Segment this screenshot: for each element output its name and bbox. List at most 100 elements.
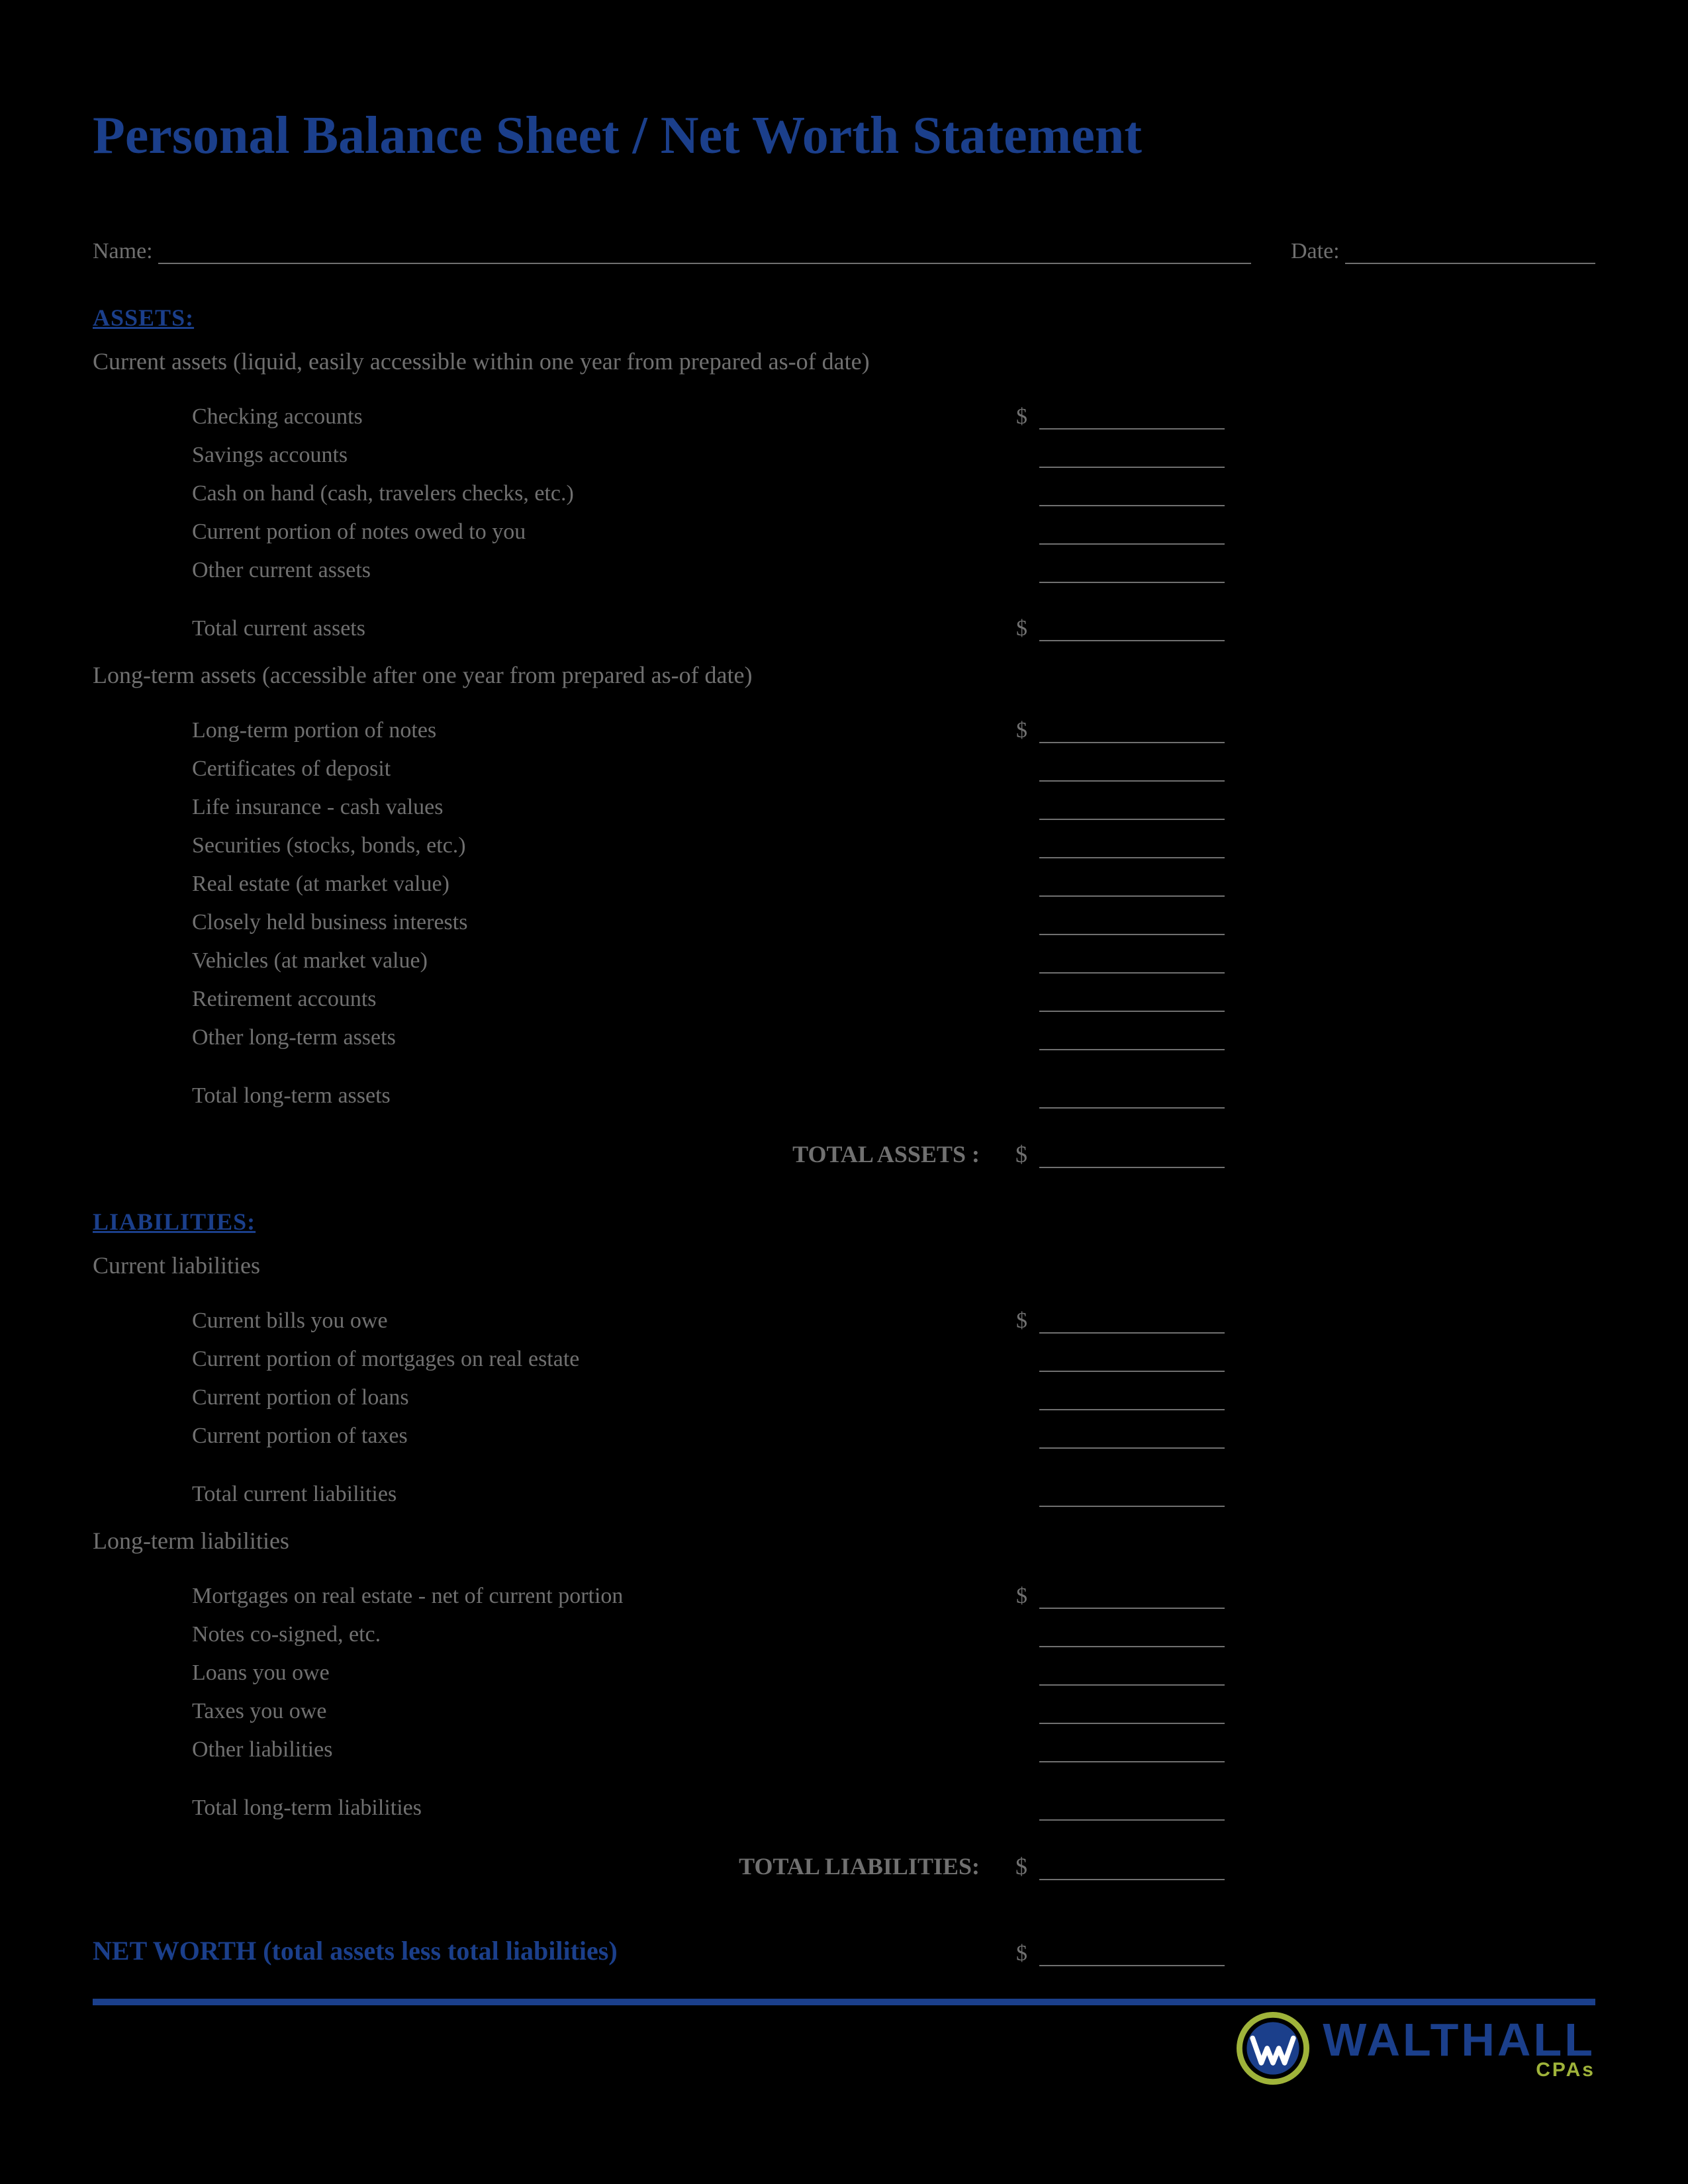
subtotal-label: Total long-term liabilities bbox=[93, 1796, 1006, 1821]
line-item: Other liabilities bbox=[93, 1724, 1595, 1762]
value-input-line[interactable] bbox=[1039, 1740, 1225, 1762]
line-item-label: Checking accounts bbox=[93, 404, 1006, 430]
total-liabilities-row: TOTAL LIABILITIES: $ bbox=[93, 1841, 1595, 1880]
line-item: Securities (stocks, bonds, etc.) bbox=[93, 820, 1595, 858]
dollar-sign: $ bbox=[1006, 1852, 1039, 1880]
line-item-label: Loans you owe bbox=[93, 1661, 1006, 1686]
subtotal-value-line[interactable] bbox=[1039, 1086, 1225, 1109]
brand-text: WALTHALL CPAs bbox=[1323, 2017, 1595, 2080]
line-item: Other current assets bbox=[93, 545, 1595, 583]
subtotal-label: Total long-term assets bbox=[93, 1083, 1006, 1109]
value-input-line[interactable] bbox=[1039, 951, 1225, 974]
line-item: Current portion of loans bbox=[93, 1372, 1595, 1410]
longterm-liabilities-rows: Mortgages on real estate - net of curren… bbox=[93, 1570, 1595, 1821]
spacer bbox=[93, 1050, 1595, 1070]
dollar-sign: $ bbox=[1006, 1584, 1039, 1609]
line-item-label: Other long-term assets bbox=[93, 1025, 1006, 1050]
line-item-label: Long-term portion of notes bbox=[93, 718, 1006, 743]
line-item-label: Other current assets bbox=[93, 558, 1006, 583]
brand-logo-icon bbox=[1237, 2012, 1309, 2085]
line-item-label: Securities (stocks, bonds, etc.) bbox=[93, 833, 1006, 858]
subtotal-row: Total current liabilities bbox=[93, 1469, 1595, 1507]
line-item-label: Current portion of mortgages on real est… bbox=[93, 1347, 1006, 1372]
page: Personal Balance Sheet / Net Worth State… bbox=[0, 0, 1688, 2184]
line-item-label: Current portion of taxes bbox=[93, 1424, 1006, 1449]
brand-name: WALTHALL bbox=[1323, 2017, 1595, 2063]
line-item-label: Cash on hand (cash, travelers checks, et… bbox=[93, 481, 1006, 506]
total-assets-value-line[interactable] bbox=[1039, 1146, 1225, 1168]
page-title: Personal Balance Sheet / Net Worth State… bbox=[93, 106, 1595, 166]
brand-sub: CPAs bbox=[1536, 2060, 1595, 2080]
line-item-label: Savings accounts bbox=[93, 443, 1006, 468]
value-input-line[interactable] bbox=[1039, 1702, 1225, 1724]
dollar-sign: $ bbox=[1006, 1140, 1039, 1168]
subtotal-value-line[interactable] bbox=[1039, 1798, 1225, 1821]
date-field: Date: bbox=[1291, 239, 1595, 264]
value-input-line[interactable] bbox=[1039, 1625, 1225, 1647]
line-item-label: Current portion of notes owed to you bbox=[93, 520, 1006, 545]
value-input-line[interactable] bbox=[1039, 797, 1225, 820]
line-item-label: Other liabilities bbox=[93, 1737, 1006, 1762]
line-item-label: Mortgages on real estate - net of curren… bbox=[93, 1584, 1006, 1609]
line-item: Savings accounts bbox=[93, 430, 1595, 468]
subtotal-row: Total long-term liabilities bbox=[93, 1782, 1595, 1821]
value-input-line[interactable] bbox=[1039, 1663, 1225, 1686]
subtotal-value-line[interactable] bbox=[1039, 1484, 1225, 1507]
net-worth-value-line[interactable] bbox=[1039, 1944, 1225, 1966]
value-input-line[interactable] bbox=[1039, 874, 1225, 897]
value-input-line[interactable] bbox=[1039, 1311, 1225, 1334]
value-input-line[interactable] bbox=[1039, 989, 1225, 1012]
line-item: Vehicles (at market value) bbox=[93, 935, 1595, 974]
line-item-label: Current bills you owe bbox=[93, 1308, 1006, 1334]
dollar-sign: $ bbox=[1006, 1941, 1039, 1966]
line-item: Mortgages on real estate - net of curren… bbox=[93, 1570, 1595, 1609]
spacer bbox=[93, 1449, 1595, 1469]
value-input-line[interactable] bbox=[1039, 561, 1225, 583]
total-assets-row: TOTAL ASSETS : $ bbox=[93, 1128, 1595, 1168]
value-input-line[interactable] bbox=[1039, 484, 1225, 506]
subtotal-row: Total long-term assets bbox=[93, 1070, 1595, 1109]
net-worth-row: NET WORTH (total assets less total liabi… bbox=[93, 1927, 1595, 1966]
name-input-line[interactable] bbox=[158, 240, 1251, 264]
liabilities-heading: LIABILITIES: bbox=[93, 1208, 1595, 1236]
value-input-line[interactable] bbox=[1039, 759, 1225, 782]
value-input-line[interactable] bbox=[1039, 836, 1225, 858]
value-input-line[interactable] bbox=[1039, 407, 1225, 430]
footer-rule bbox=[93, 1999, 1595, 2005]
value-input-line[interactable] bbox=[1039, 522, 1225, 545]
current-liabilities-rows: Current bills you owe$Current portion of… bbox=[93, 1295, 1595, 1507]
value-input-line[interactable] bbox=[1039, 913, 1225, 935]
total-liabilities-value-line[interactable] bbox=[1039, 1858, 1225, 1880]
spacer bbox=[93, 1762, 1595, 1782]
line-item-label: Taxes you owe bbox=[93, 1699, 1006, 1724]
longterm-assets-heading: Long-term assets (accessible after one y… bbox=[93, 661, 1595, 689]
value-input-line[interactable] bbox=[1039, 445, 1225, 468]
value-input-line[interactable] bbox=[1039, 1028, 1225, 1050]
header-row: Name: Date: bbox=[93, 239, 1595, 264]
value-input-line[interactable] bbox=[1039, 1586, 1225, 1609]
line-item: Checking accounts$ bbox=[93, 391, 1595, 430]
date-input-line[interactable] bbox=[1345, 240, 1595, 264]
line-item: Closely held business interests bbox=[93, 897, 1595, 935]
footer: WALTHALL CPAs bbox=[93, 1999, 1595, 2085]
assets-heading: ASSETS: bbox=[93, 304, 1595, 332]
line-item-label: Notes co-signed, etc. bbox=[93, 1622, 1006, 1647]
subtotal-row: Total current assets$ bbox=[93, 603, 1595, 641]
total-liabilities-label: TOTAL LIABILITIES: bbox=[93, 1852, 1006, 1880]
subtotal-value-line[interactable] bbox=[1039, 619, 1225, 641]
value-input-line[interactable] bbox=[1039, 1426, 1225, 1449]
value-input-line[interactable] bbox=[1039, 1388, 1225, 1410]
brand: WALTHALL CPAs bbox=[93, 2012, 1595, 2085]
line-item: Real estate (at market value) bbox=[93, 858, 1595, 897]
line-item: Certificates of deposit bbox=[93, 743, 1595, 782]
value-input-line[interactable] bbox=[1039, 1349, 1225, 1372]
line-item: Taxes you owe bbox=[93, 1686, 1595, 1724]
line-item-label: Vehicles (at market value) bbox=[93, 948, 1006, 974]
current-assets-rows: Checking accounts$ Savings accounts Cash o… bbox=[93, 391, 1595, 641]
subtotal-label: Total current liabilities bbox=[93, 1482, 1006, 1507]
current-assets-heading: Current assets (liquid, easily accessibl… bbox=[93, 347, 1595, 375]
line-item: Long-term portion of notes$ bbox=[93, 705, 1595, 743]
line-item-label: Retirement accounts bbox=[93, 987, 1006, 1012]
line-item-label: Life insurance - cash values bbox=[93, 795, 1006, 820]
value-input-line[interactable] bbox=[1039, 721, 1225, 743]
